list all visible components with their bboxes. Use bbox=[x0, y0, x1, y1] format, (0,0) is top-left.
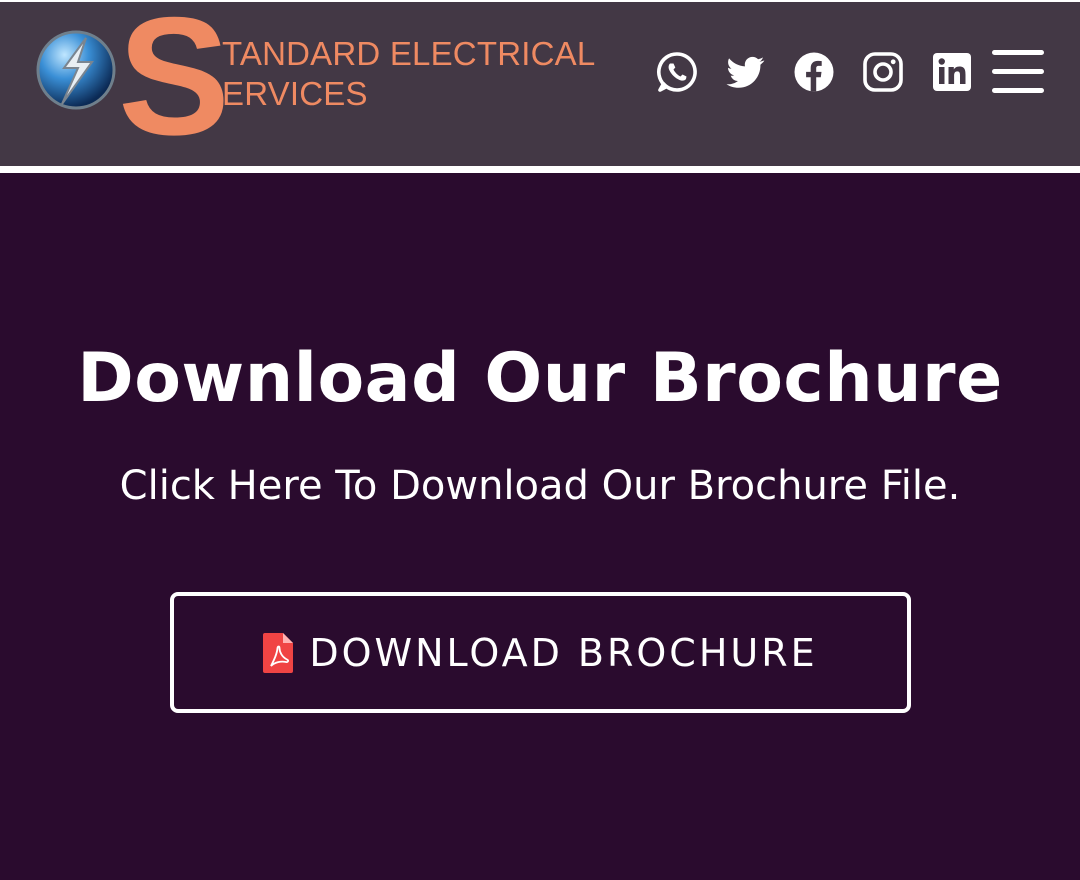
download-brochure-button[interactable]: DOWNLOAD BROCHURE bbox=[170, 592, 911, 713]
download-button-label: DOWNLOAD BROCHURE bbox=[309, 630, 818, 675]
logo-text-line2: ERVICES bbox=[222, 75, 368, 112]
whatsapp-icon[interactable] bbox=[655, 50, 699, 94]
site-logo[interactable]: S TANDARD ELECTRICAL ERVICES bbox=[30, 0, 595, 160]
menu-bar-middle bbox=[992, 69, 1044, 74]
header-divider bbox=[0, 166, 1080, 173]
brochure-section: Download Our Brochure Click Here To Down… bbox=[0, 173, 1080, 880]
logo-big-letter: S bbox=[118, 0, 231, 170]
menu-bar-top bbox=[992, 50, 1044, 55]
twitter-icon[interactable] bbox=[723, 50, 767, 94]
menu-bar-bottom bbox=[992, 88, 1044, 93]
linkedin-icon[interactable] bbox=[930, 50, 974, 94]
logo-text-line1: TANDARD ELECTRICAL bbox=[222, 35, 596, 72]
hamburger-menu-icon[interactable] bbox=[990, 48, 1046, 96]
section-subheading: Click Here To Download Our Brochure File… bbox=[119, 463, 961, 509]
site-header: S TANDARD ELECTRICAL ERVICES bbox=[0, 0, 1080, 166]
instagram-icon[interactable] bbox=[861, 50, 905, 94]
section-heading: Download Our Brochure bbox=[77, 339, 1003, 418]
pdf-file-icon bbox=[263, 632, 294, 673]
facebook-icon[interactable] bbox=[792, 50, 836, 94]
lightning-emblem-icon bbox=[36, 30, 116, 110]
